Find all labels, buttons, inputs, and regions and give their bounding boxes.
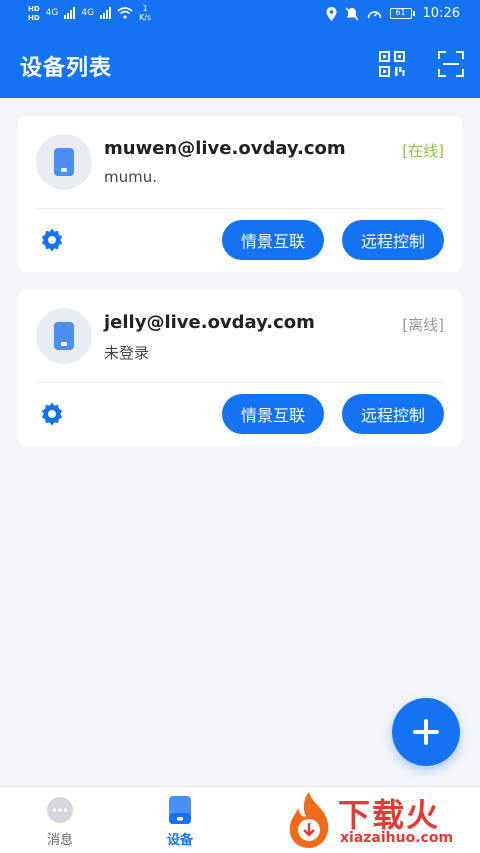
device-card[interactable]: jelly@live.ovday.com 未登录 [离线] 情景互联 远程控制 [18,290,462,446]
scan-icon[interactable] [437,50,465,78]
device-avatar [36,308,92,364]
battery-level: 61 [389,8,412,19]
device-subtitle: mumu. [104,168,158,186]
mute-bell-icon [345,6,359,21]
signal-bars-icon [64,7,76,19]
qr-code-icon[interactable] [378,50,406,78]
plus-icon [413,719,439,745]
status-bar-right: 61 10:26 [326,6,460,21]
speedometer-icon [367,10,381,18]
phone-device-icon [54,322,74,350]
net-speed-value: 1 [142,4,148,13]
status-badge: [离线] [402,316,444,334]
phone-device-icon [54,148,74,176]
gear-icon[interactable] [40,228,64,252]
scene-link-button[interactable]: 情景互联 [222,394,324,434]
net-speed-unit: K/s [139,13,152,22]
divider [36,382,444,383]
add-device-button[interactable] [392,698,460,766]
gear-icon[interactable] [40,402,64,426]
remote-control-button[interactable]: 远程控制 [342,394,444,434]
device-subtitle: 未登录 [104,344,150,362]
divider [36,208,444,209]
nav-label-devices: 设备 [166,833,193,848]
signal-label-2: 4G [81,8,95,18]
location-icon [326,6,337,21]
watermark-url: xiazaihuo.com [340,830,454,846]
signal-bars-2-icon [100,7,112,19]
flame-logo-icon [289,792,329,848]
device-email: muwen@live.ovday.com [104,138,346,159]
device-card[interactable]: muwen@live.ovday.com mumu. [在线] 情景互联 远程控… [18,116,462,272]
battery-icon: 61 [389,8,415,19]
scene-link-button[interactable]: 情景互联 [222,220,324,260]
phone-device-icon [169,796,191,824]
app-header: HD HD 4G 4G 1 K/s 61 10:26 设备列表 [0,0,480,98]
status-bar: HD HD 4G 4G 1 K/s 61 10:26 [0,0,480,30]
signal-label-1: 4G [45,8,59,18]
clock: 10:26 [422,6,460,21]
remote-control-button[interactable]: 远程控制 [342,220,444,260]
wifi-icon [117,7,133,19]
watermark-logo: 下载火 xiazaihuo.com [282,790,478,852]
nav-item-devices[interactable]: 设备 [150,795,210,848]
net-speed: 1 K/s [139,4,151,22]
chat-bubble-icon [47,797,73,823]
hd-icon: HD HD [28,4,40,22]
nav-label-messages: 消息 [46,833,73,848]
status-bar-left: HD HD 4G 4G 1 K/s [28,4,151,22]
status-badge: [在线] [402,142,444,160]
page-title: 设备列表 [20,56,113,81]
device-email: jelly@live.ovday.com [104,312,315,333]
device-avatar [36,134,92,190]
nav-item-messages[interactable]: 消息 [30,795,90,848]
